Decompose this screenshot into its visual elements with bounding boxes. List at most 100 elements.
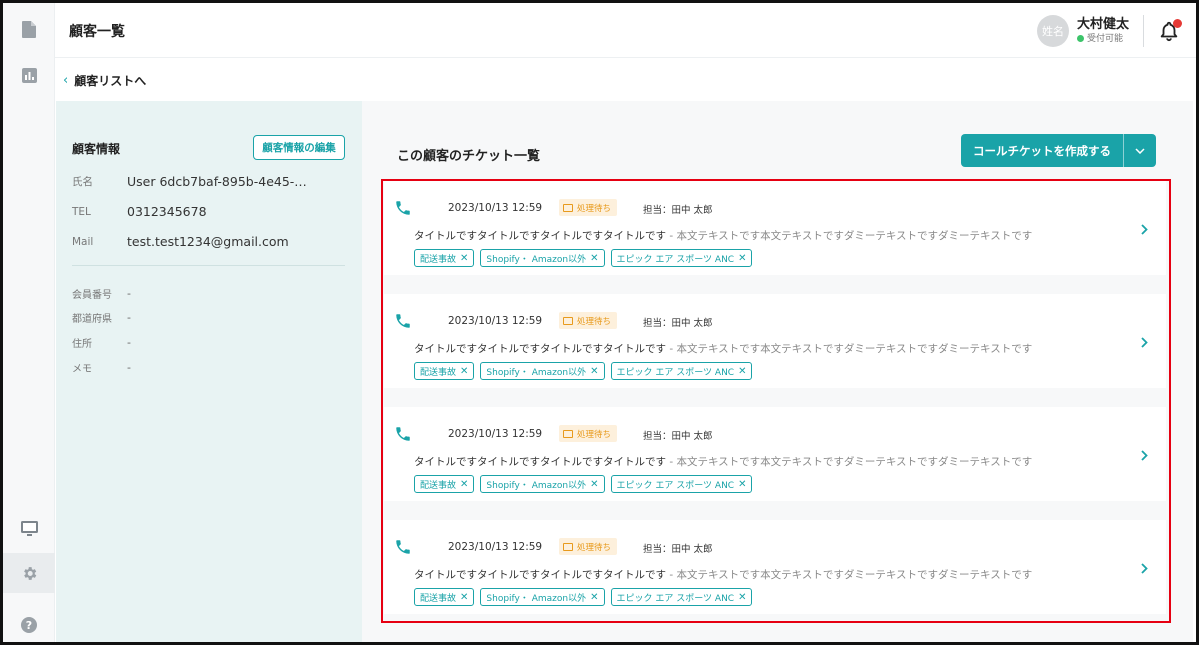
field-label: 氏名 [72,176,93,188]
tag-label: 配送事故 [420,367,457,378]
chevron-right-icon[interactable] [1141,450,1148,461]
status-badge: 処理待ち [559,312,618,329]
rail-reports-button[interactable] [3,55,55,95]
tag-label: Shopify・ Amazon以外 [486,367,587,378]
create-call-ticket-split-button: コールチケットを作成する [961,134,1156,167]
tag[interactable]: 配送事故 ✕ [414,249,475,267]
status-badge: 処理待ち [559,425,618,442]
status-label: 処理待ち [577,542,612,553]
field-label: メモ [72,364,92,375]
back-to-customer-list-link[interactable]: 顧客リストへ [74,72,146,89]
customer-info-title: 顧客情報 [72,142,121,156]
ticket-tags: 配送事故 ✕ Shopify・ Amazon以外 ✕ エピック エア スポーツ AN… [414,249,758,267]
tag[interactable]: エピック エア スポーツ ANC ✕ [610,362,753,380]
document-icon [22,20,36,38]
tag[interactable]: Shopify・ Amazon以外 ✕ [480,249,605,267]
chevron-down-icon [1135,147,1145,154]
create-ticket-dropdown-button[interactable] [1124,134,1156,167]
page-title: 顧客一覧 [69,24,125,40]
monitor-icon [20,521,38,536]
chevron-right-icon[interactable] [1141,337,1148,348]
ticket-title: タイトルですタイトルですタイトルですタイトルです [414,456,666,468]
rail-documents-button[interactable] [3,9,55,49]
close-icon[interactable]: ✕ [590,592,598,603]
tag[interactable]: エピック エア スポーツ ANC ✕ [610,249,753,267]
tag[interactable]: エピック エア スポーツ ANC ✕ [610,475,753,493]
customer-field-memo: メモ - [72,360,131,375]
ticket-assignee: 担当：田中 太郎 [643,431,713,442]
ticket-title: タイトルですタイトルですタイトルですタイトルです [414,569,666,581]
phone-icon [396,201,410,215]
tag[interactable]: Shopify・ Amazon以外 ✕ [480,475,605,493]
tag[interactable]: Shopify・ Amazon以外 ✕ [480,362,605,380]
avatar[interactable]: 姓名 [1036,14,1069,47]
close-icon[interactable]: ✕ [590,479,598,490]
user-info[interactable]: 大村健太 受付可能 [1076,17,1129,45]
field-value: - [127,336,131,349]
tag-label: 配送事故 [420,593,457,604]
field-label: TEL [72,205,91,218]
tag[interactable]: エピック エア スポーツ ANC ✕ [610,588,753,606]
tag[interactable]: 配送事故 ✕ [414,588,475,606]
ticket-date: 2023/10/13 12:59 [448,315,543,327]
notification-badge [1173,18,1182,28]
tag-label: エピック エア スポーツ ANC [616,480,735,491]
close-icon[interactable]: ✕ [738,253,746,264]
rail-help-button[interactable]: ? [3,605,55,642]
field-label: Mail [72,235,94,248]
ticket-tags: 配送事故 ✕ Shopify・ Amazon以外 ✕ エピック エア スポーツ AN… [414,475,758,493]
chevron-right-icon[interactable] [1141,224,1148,235]
ticket-body: - 本文テキストです本文テキストですダミーテキストですダミーテキストです [666,569,1033,581]
close-icon[interactable]: ✕ [738,479,746,490]
chevron-right-icon[interactable] [1141,563,1148,574]
close-icon[interactable]: ✕ [590,366,598,377]
rail-settings-button[interactable] [3,553,55,593]
ticket-card[interactable]: 2023/10/13 12:59 処理待ち 担当：田中 太郎 タイトルですタイト… [384,520,1166,614]
status-badge: 処理待ち [559,538,618,555]
rail-monitor-button[interactable] [3,509,55,549]
close-icon[interactable]: ✕ [738,592,746,603]
inbox-icon [563,316,573,325]
ticket-card[interactable]: 2023/10/13 12:59 処理待ち 担当：田中 太郎 タイトルですタイト… [384,407,1166,501]
chart-icon [21,67,37,83]
ticket-card[interactable]: 2023/10/13 12:59 処理待ち 担当：田中 太郎 タイトルですタイト… [384,181,1166,275]
create-call-ticket-button[interactable]: コールチケットを作成する [961,134,1124,167]
tag-label: Shopify・ Amazon以外 [486,480,587,491]
ticket-card[interactable]: 2023/10/13 12:59 処理待ち 担当：田中 太郎 タイトルですタイト… [384,294,1166,388]
tag[interactable]: 配送事故 ✕ [414,362,475,380]
ticket-tags: 配送事故 ✕ Shopify・ Amazon以外 ✕ エピック エア スポーツ AN… [414,588,758,606]
field-value: - [127,287,131,300]
ticket-tags: 配送事故 ✕ Shopify・ Amazon以外 ✕ エピック エア スポーツ AN… [414,362,758,380]
close-icon[interactable]: ✕ [460,253,468,264]
close-icon[interactable]: ✕ [460,366,468,377]
ticket-list: 2023/10/13 12:59 処理待ち 担当：田中 太郎 タイトルですタイト… [384,181,1166,633]
field-label: 住所 [72,339,92,350]
customer-field-prefecture: 都道府県 - [72,310,131,325]
ticket-summary: タイトルですタイトルですタイトルですタイトルです - 本文テキストです本文テキス… [414,454,1032,469]
ticket-body: - 本文テキストです本文テキストですダミーテキストですダミーテキストです [666,230,1033,242]
close-icon[interactable]: ✕ [460,479,468,490]
close-icon[interactable]: ✕ [590,253,598,264]
tag[interactable]: Shopify・ Amazon以外 ✕ [480,588,605,606]
top-header: 顧客一覧 姓名 大村健太 受付可能 [55,3,1196,58]
status-label: 処理待ち [577,316,612,327]
ticket-title: タイトルですタイトルですタイトルですタイトルです [414,230,666,242]
notification-button[interactable] [1158,18,1182,42]
tickets-area: この顧客のチケット一覧 コールチケットを作成する 2023/10/13 12:5… [362,101,1193,642]
tag-label: エピック エア スポーツ ANC [616,367,735,378]
breadcrumb: ‹ 顧客リストへ [55,59,1196,101]
app-window: ? 顧客一覧 姓名 大村健太 受付可能 ‹ 顧客リストへ 顧客情報 顧客情報の編… [0,0,1199,645]
online-status-dot [1076,35,1084,42]
divider [72,265,345,266]
ticket-summary: タイトルですタイトルですタイトルですタイトルです - 本文テキストです本文テキス… [414,228,1032,243]
tag[interactable]: 配送事故 ✕ [414,475,475,493]
close-icon[interactable]: ✕ [738,366,746,377]
ticket-assignee: 担当：田中 太郎 [643,544,713,555]
phone-icon [396,540,410,554]
close-icon[interactable]: ✕ [460,592,468,603]
edit-customer-button[interactable]: 顧客情報の編集 [253,135,345,160]
ticket-date: 2023/10/13 12:59 [448,541,543,553]
tickets-title: この顧客のチケット一覧 [397,149,541,164]
ticket-assignee: 担当：田中 太郎 [643,318,713,329]
ticket-title: タイトルですタイトルですタイトルですタイトルです [414,343,666,355]
